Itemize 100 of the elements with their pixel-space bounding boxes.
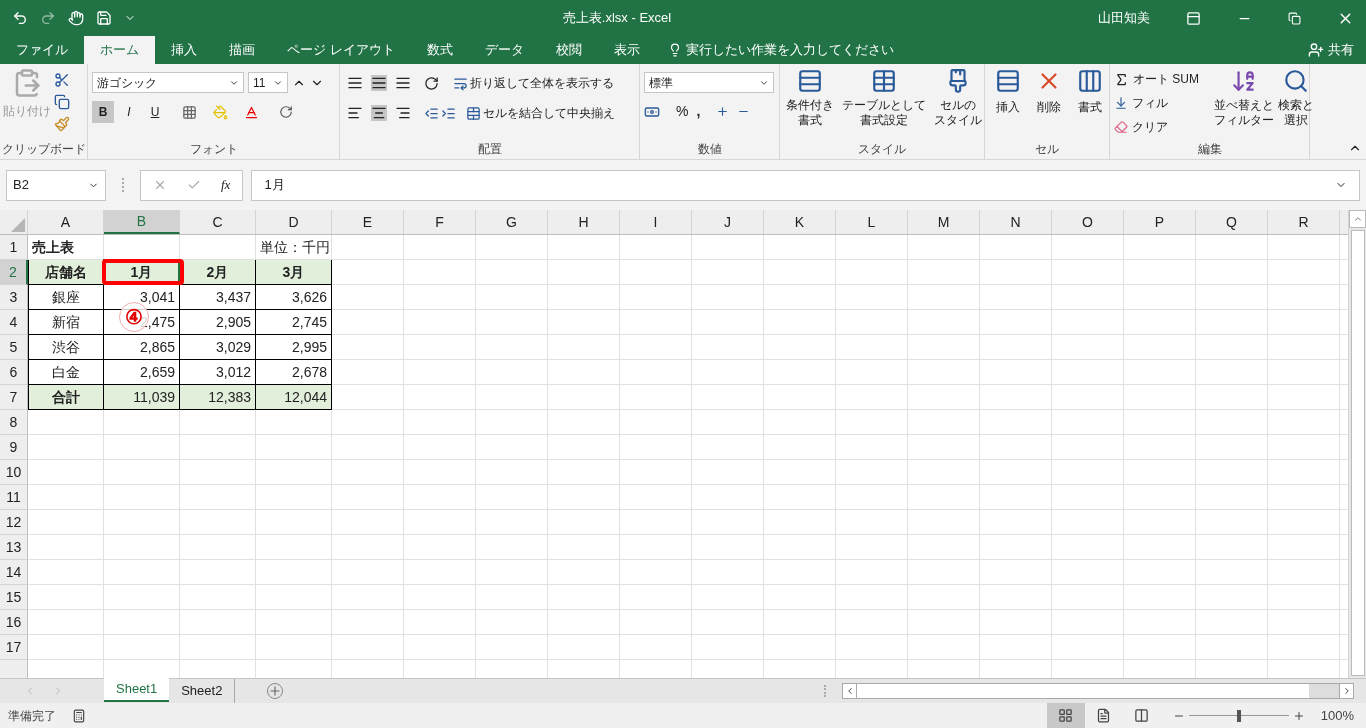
row-header[interactable]: 13 (0, 535, 28, 560)
cells-button[interactable]: 削除 (1030, 68, 1067, 116)
ribbon-tab[interactable]: ファイル (0, 36, 84, 64)
undo-icon[interactable] (12, 10, 28, 26)
row-header[interactable]: 9 (0, 435, 28, 460)
cut-icon[interactable] (54, 72, 70, 88)
fill-button[interactable]: フィル (1132, 94, 1168, 112)
ribbon-tab[interactable]: 数式 (410, 36, 469, 64)
align-center-icon[interactable] (371, 105, 387, 121)
row-header[interactable]: 2 (0, 260, 28, 285)
row-header[interactable]: 4 (0, 310, 28, 335)
cell-grid[interactable] (332, 235, 1348, 678)
table-cell[interactable]: 2,905 (180, 310, 256, 335)
scroll-up-icon[interactable] (1352, 214, 1363, 224)
column-header[interactable]: N (980, 210, 1052, 234)
save-icon[interactable] (96, 10, 112, 26)
format-painter-icon[interactable] (54, 116, 70, 132)
ribbon-tab[interactable]: 校閲 (539, 36, 598, 64)
table-cell[interactable]: 3,626 (256, 285, 332, 310)
row-header[interactable]: 5 (0, 335, 28, 360)
name-box[interactable]: B2 (6, 169, 106, 201)
table-cell[interactable]: 3,437 (180, 285, 256, 310)
table-cell[interactable]: 渋谷 (28, 335, 104, 360)
touch-mode-icon[interactable] (68, 10, 84, 26)
zoom-slider-thumb[interactable] (1236, 709, 1241, 722)
column-header[interactable]: O (1052, 210, 1124, 234)
row-header[interactable]: 17 (0, 635, 28, 660)
comma-button[interactable]: , (696, 101, 701, 122)
table-cell[interactable]: 3,029 (180, 335, 256, 360)
row-header[interactable]: 6 (0, 360, 28, 385)
vertical-scrollbar[interactable] (1348, 210, 1366, 678)
table-cell[interactable]: 3月 (256, 260, 332, 285)
autosum-button[interactable]: オート SUM (1133, 70, 1199, 88)
align-bottom-icon[interactable] (395, 75, 411, 91)
fill-color-icon[interactable] (213, 104, 228, 120)
copy-icon[interactable] (54, 94, 70, 110)
ribbon-display-icon[interactable] (1186, 10, 1201, 26)
column-header[interactable]: D (256, 210, 332, 234)
cells-button[interactable]: 書式 (1071, 68, 1108, 116)
view-button[interactable] (1046, 703, 1085, 728)
table-cell[interactable]: 2,995 (256, 335, 332, 360)
column-header[interactable]: C (180, 210, 256, 234)
column-header[interactable]: G (476, 210, 548, 234)
insert-function-button[interactable]: fx (221, 175, 231, 195)
font-color-icon[interactable] (244, 104, 259, 120)
table-cell[interactable]: 2月 (180, 260, 256, 285)
cells-button[interactable]: 挿入 (989, 68, 1026, 116)
zoom-slider[interactable] (1188, 709, 1289, 722)
table-cell[interactable]: 11,039 (104, 385, 180, 410)
wrap-text-icon[interactable] (453, 75, 468, 91)
formula-field[interactable]: 1月 (251, 169, 1360, 201)
table-cell[interactable]: 12,383 (180, 385, 256, 410)
row-header[interactable]: 12 (0, 510, 28, 535)
ribbon-tab[interactable]: 描画 (213, 36, 271, 64)
row-header[interactable]: 10 (0, 460, 28, 485)
align-left-icon[interactable] (347, 105, 363, 121)
ribbon-tab[interactable]: ホーム (84, 36, 155, 64)
ribbon-tab[interactable]: 表示 (597, 36, 656, 64)
column-header[interactable]: F (404, 210, 476, 234)
clear-button[interactable]: クリア (1132, 118, 1168, 136)
column-header[interactable]: E (332, 210, 404, 234)
column-header[interactable]: I (620, 210, 692, 234)
table-cell[interactable]: 2,745 (256, 310, 332, 335)
merge-cells-icon[interactable] (466, 105, 481, 121)
zoom-in-icon[interactable] (1292, 709, 1305, 722)
font-size-dropdown[interactable]: 11 (248, 72, 288, 93)
ribbon-tab[interactable]: データ (468, 36, 540, 64)
row-header[interactable]: 3 (0, 285, 28, 310)
restore-icon[interactable] (1288, 11, 1301, 25)
borders-icon[interactable] (182, 104, 197, 120)
table-cell[interactable]: 12,044 (256, 385, 332, 410)
font-style-button[interactable]: U (144, 101, 166, 123)
column-header[interactable]: M (908, 210, 980, 234)
row-header[interactable]: 16 (0, 610, 28, 635)
row-header[interactable]: 7 (0, 385, 28, 410)
find-select-button[interactable]: 検索と 選択 (1278, 68, 1314, 128)
font-style-button[interactable]: I (118, 101, 140, 123)
table-cell[interactable]: 銀座 (28, 285, 104, 310)
percent-button[interactable]: % (676, 101, 689, 122)
wrap-text-button[interactable]: 折り返して全体を表示する (470, 74, 614, 92)
ribbon-tab[interactable]: 挿入 (155, 36, 213, 64)
column-header[interactable]: B (104, 210, 180, 234)
table-cell[interactable]: 合計 (28, 385, 104, 410)
column-header[interactable]: H (548, 210, 620, 234)
decrease-indent-icon[interactable] (424, 105, 439, 121)
ribbon-tab[interactable]: ページ レイアウト (271, 36, 411, 64)
number-format-dropdown[interactable]: 標準 (644, 72, 774, 93)
style-button[interactable]: セルの スタイル (932, 68, 984, 128)
sort-filter-button[interactable]: 並べ替えと フィルター (1214, 68, 1274, 128)
column-header[interactable]: J (692, 210, 764, 234)
merge-center-button[interactable]: セルを結合して中央揃え (483, 104, 615, 122)
align-top-icon[interactable] (347, 75, 363, 91)
row-header[interactable]: 1 (0, 235, 28, 260)
sheet-tab[interactable]: Sheet1 (104, 678, 170, 702)
share-button[interactable]: 共有 (1328, 40, 1354, 60)
font-name-dropdown[interactable]: 游ゴシック (92, 72, 244, 93)
align-right-icon[interactable] (395, 105, 411, 121)
row-header[interactable]: 15 (0, 585, 28, 610)
table-cell[interactable]: 店舗名 (28, 260, 104, 285)
table-cell[interactable]: 新宿 (28, 310, 104, 335)
